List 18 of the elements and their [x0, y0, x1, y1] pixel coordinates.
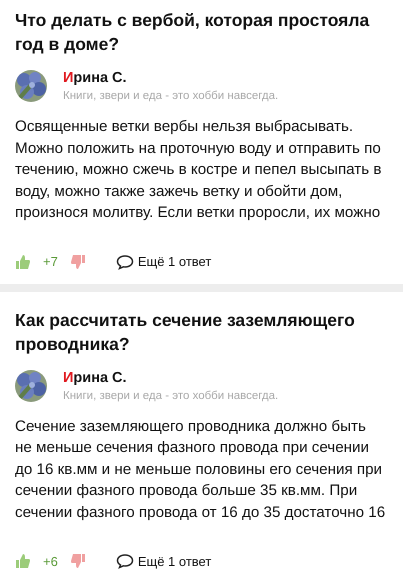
question-title[interactable]: Что делать с вербой, которая простояла год в доме? — [15, 8, 388, 56]
comments-icon — [116, 553, 134, 569]
answer-text: Сечение заземляющего проводника должно быть не меньше сечения фазного провода при сечении до 16 кв.мм и не меньше половины его сечения при сечении фазного провода больше 35 кв.мм. При сечении фазного провода от 16 до 35 достаточно 16 — [15, 416, 386, 522]
more-answers-link[interactable]: Ещё 1 ответ — [116, 254, 212, 270]
answer-text: Освященные ветки вербы нельзя выбрасывать. Можно положить на проточную воду и отправить по течению, можно сжечь в костре и пепел высыпать в воду, можно также зажечь ветку и обойти дом, произнося молитву. Если ветки проросли, их можно — [15, 117, 382, 223]
thumbs-up-icon[interactable] — [15, 553, 31, 569]
likes-count: +6 — [43, 554, 58, 568]
more-answers-link[interactable]: Ещё 1 ответ — [116, 553, 212, 569]
author-bio: Книги, звери и еда - это хобби навсегда. — [63, 90, 278, 102]
question-title[interactable]: Как рассчитать сечение заземляющего проводника? — [15, 308, 388, 356]
likes-count: +7 — [43, 254, 58, 269]
thumbs-down-icon[interactable] — [70, 254, 86, 270]
thumbs-down-icon[interactable] — [70, 553, 86, 569]
author-bio: Книги, звери и еда - это хобби навсегда. — [63, 390, 278, 402]
author-name[interactable]: Ирина С. — [63, 370, 278, 386]
author-name[interactable]: Ирина С. — [63, 70, 278, 86]
thumbs-up-icon[interactable] — [15, 254, 31, 270]
comments-icon — [116, 254, 134, 270]
